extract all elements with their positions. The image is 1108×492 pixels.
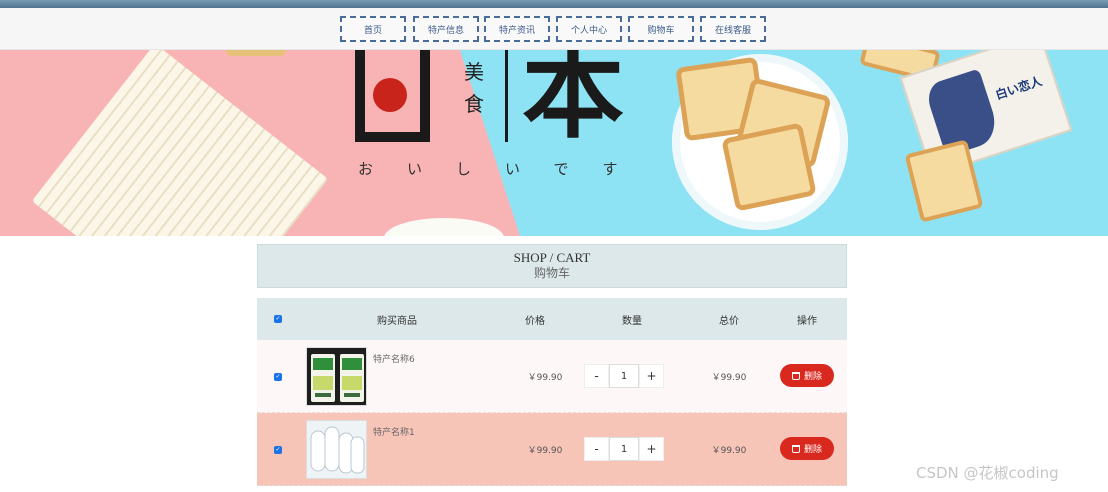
- delete-button[interactable]: 删除: [780, 364, 834, 387]
- banner-meishi-text: 美食: [464, 60, 484, 116]
- header-price: 价格: [525, 315, 545, 327]
- header-product: 购买商品: [377, 315, 417, 327]
- package-label: 白い恋人: [993, 74, 1044, 103]
- banner-cookie-edge: [226, 50, 286, 56]
- product-thumbnail[interactable]: [306, 347, 367, 406]
- row-total: ￥99.90: [711, 446, 747, 456]
- banner-logo-sun: [373, 78, 407, 112]
- qty-input[interactable]: 1: [609, 437, 639, 461]
- cart-header-row: ✓ 购买商品 价格 数量 总价 操作: [257, 298, 847, 340]
- cart-row: ✓ 特产名称6 ￥99.90 - 1 + ￥99.90 删除: [257, 340, 847, 413]
- page-title-cn: 购物车: [533, 266, 570, 280]
- cart-table: ✓ 购买商品 价格 数量 总价 操作 ✓ 特产名称6 ￥99.90 - 1 + …: [257, 298, 847, 486]
- row-checkbox[interactable]: ✓: [274, 373, 282, 381]
- row-total: ￥99.90: [711, 373, 747, 383]
- delete-label: 删除: [803, 372, 822, 382]
- header-action: 操作: [797, 315, 817, 327]
- nav-item-cart[interactable]: 购物车: [628, 16, 694, 42]
- row-checkbox[interactable]: ✓: [274, 446, 282, 454]
- nav-item-profile[interactable]: 个人中心: [556, 16, 622, 42]
- trash-icon: [791, 444, 800, 453]
- qty-plus-button[interactable]: +: [639, 437, 664, 461]
- header-qty: 数量: [622, 315, 642, 327]
- qty-minus-button[interactable]: -: [584, 364, 609, 388]
- nav-item-products[interactable]: 特产信息: [413, 16, 479, 42]
- qty-plus-button[interactable]: +: [639, 364, 664, 388]
- qty-input[interactable]: 1: [609, 364, 639, 388]
- product-name[interactable]: 特产名称1: [373, 425, 415, 438]
- banner-kana-text: おいしいです: [358, 160, 652, 178]
- header-total: 总价: [719, 315, 739, 327]
- page-title: SHOP / CART 购物车: [257, 244, 847, 288]
- delete-label: 删除: [803, 445, 822, 455]
- banner-divider: [505, 50, 508, 142]
- top-bar: [0, 0, 1108, 8]
- quantity-stepper: - 1 +: [584, 364, 664, 388]
- delete-button[interactable]: 删除: [780, 437, 834, 460]
- qty-minus-button[interactable]: -: [584, 437, 609, 461]
- product-price: ￥99.90: [527, 446, 563, 456]
- banner-carousel[interactable]: 美食 本 おいしいです 白い恋人: [0, 50, 1108, 236]
- nav-item-home[interactable]: 首页: [340, 16, 406, 42]
- main-nav: 首页 特产信息 特产资讯 个人中心 购物车 在线客服: [0, 8, 1108, 50]
- banner-ben-text: 本: [522, 50, 624, 153]
- product-name[interactable]: 特产名称6: [373, 352, 415, 365]
- product-thumbnail[interactable]: [306, 420, 367, 479]
- trash-icon: [791, 371, 800, 380]
- select-all-checkbox[interactable]: ✓: [274, 315, 282, 323]
- cart-row: ✓ 特产名称1 ￥99.90 - 1 + ￥99.90 删除: [257, 413, 847, 486]
- product-price: ￥99.90: [527, 373, 563, 383]
- watermark-text: CSDN @花椒coding: [916, 464, 1059, 482]
- nav-item-news[interactable]: 特产资讯: [484, 16, 550, 42]
- nav-item-service[interactable]: 在线客服: [700, 16, 766, 42]
- page-title-en: SHOP / CART: [513, 250, 591, 265]
- quantity-stepper: - 1 +: [584, 437, 664, 461]
